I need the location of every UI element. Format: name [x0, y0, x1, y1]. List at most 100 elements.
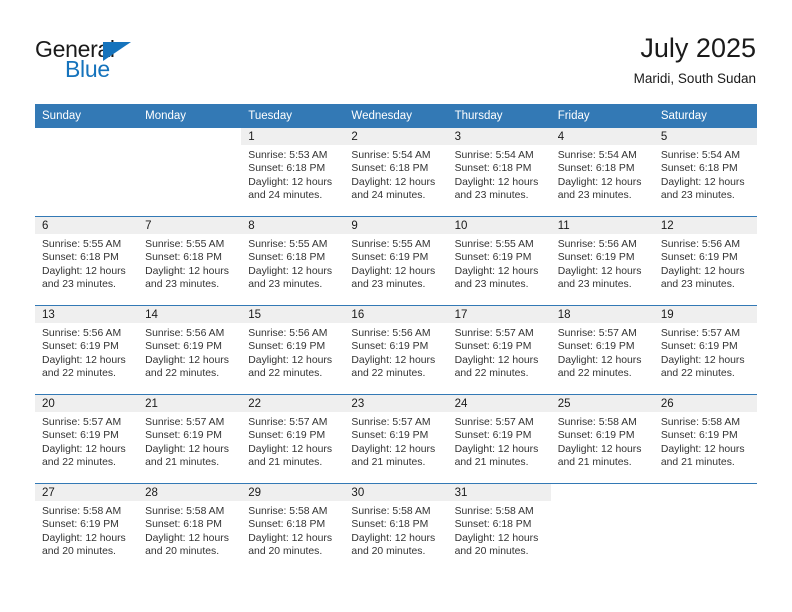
daylight-text-line1: Daylight: 12 hours	[351, 532, 436, 544]
calendar-day-cell[interactable]: 20 Sunrise: 5:57 AM Sunset: 6:19 PM Dayligh…	[35, 394, 139, 484]
day-number: 24	[447, 395, 551, 412]
day-number: 20	[35, 395, 139, 412]
daylight-text-line2: and 23 minutes.	[557, 190, 632, 202]
calendar-day-cell[interactable]: 7 Sunrise: 5:55 AM Sunset: 6:18 PM Daylight…	[138, 216, 242, 306]
calendar-day-cell[interactable]: 13 Sunrise: 5:56 AM Sunset: 6:19 PM Dayligh…	[35, 305, 139, 395]
day-number: 15	[241, 306, 345, 323]
logo-text-blue: Blue	[65, 56, 110, 82]
day-number: 4	[550, 128, 654, 145]
sunset-text: Sunset: 6:18 PM	[248, 252, 326, 264]
sunrise-text: Sunrise: 5:54 AM	[351, 150, 431, 161]
calendar-day-cell[interactable]: 30 Sunrise: 5:58 AM Sunset: 6:18 PM Dayligh…	[344, 483, 448, 572]
daylight-text-line1: Daylight: 12 hours	[42, 443, 126, 455]
calendar-day-cell[interactable]: 16 Sunrise: 5:56 AM Sunset: 6:19 PM Dayligh…	[344, 305, 448, 395]
day-detail-block: Sunrise: 5:58 AM Sunset: 6:18 PM Daylight:…	[344, 501, 447, 572]
sunrise-text: Sunrise: 5:56 AM	[660, 239, 740, 250]
day-number: 23	[344, 395, 448, 412]
day-number: 6	[35, 217, 139, 234]
sunrise-text: Sunrise: 5:57 AM	[660, 328, 740, 339]
calendar-day-cell[interactable]: 28 Sunrise: 5:58 AM Sunset: 6:18 PM Dayligh…	[138, 483, 242, 572]
daylight-text-line1: Daylight: 12 hours	[557, 176, 642, 188]
page-subtitle: Maridi, South Sudan	[633, 71, 756, 86]
daylight-text-line1: Daylight: 12 hours	[660, 176, 745, 188]
daylight-text-line2: and 20 minutes.	[42, 546, 116, 558]
calendar-day-cell[interactable]: 11 Sunrise: 5:56 AM Sunset: 6:19 PM Dayligh…	[550, 216, 654, 306]
calendar-day-cell[interactable]: 2 Sunrise: 5:54 AM Sunset: 6:18 PM Daylight…	[344, 128, 448, 217]
sunrise-text: Sunrise: 5:55 AM	[145, 239, 225, 250]
calendar-day-cell[interactable]: 14 Sunrise: 5:56 AM Sunset: 6:19 PM Dayligh…	[138, 305, 242, 395]
calendar-week-row: 27 Sunrise: 5:58 AM Sunset: 6:19 PM Dayligh…	[35, 483, 757, 572]
sunset-text: Sunset: 6:19 PM	[42, 430, 119, 442]
daylight-text-line2: and 21 minutes.	[351, 457, 426, 469]
day-number: 7	[138, 217, 242, 234]
daylight-text-line1: Daylight: 12 hours	[454, 354, 539, 366]
day-number	[550, 484, 654, 501]
calendar-day-cell[interactable]: 6 Sunrise: 5:55 AM Sunset: 6:18 PM Daylight…	[35, 216, 139, 306]
daylight-text-line2: and 22 minutes.	[42, 457, 116, 469]
day-detail-block: Sunrise: 5:58 AM Sunset: 6:19 PM Daylight:…	[654, 412, 757, 483]
daylight-text-line1: Daylight: 12 hours	[454, 176, 539, 188]
sunrise-text: Sunrise: 5:57 AM	[42, 417, 122, 428]
weekday-header-friday: Friday	[550, 104, 654, 128]
day-number: 31	[447, 484, 551, 501]
day-detail-block: Sunrise: 5:56 AM Sunset: 6:19 PM Daylight:…	[551, 234, 654, 305]
daylight-text-line2: and 22 minutes.	[557, 368, 632, 380]
calendar-day-cell[interactable]: 19 Sunrise: 5:57 AM Sunset: 6:19 PM Dayligh…	[653, 305, 757, 395]
calendar-day-cell[interactable]: 3 Sunrise: 5:54 AM Sunset: 6:18 PM Daylight…	[447, 128, 551, 217]
calendar-day-cell[interactable]: 12 Sunrise: 5:56 AM Sunset: 6:19 PM Dayligh…	[653, 216, 757, 306]
daylight-text-line2: and 21 minutes.	[557, 457, 632, 469]
calendar-day-cell[interactable]: 17 Sunrise: 5:57 AM Sunset: 6:19 PM Dayligh…	[447, 305, 551, 395]
day-detail-block	[654, 501, 757, 572]
daylight-text-line2: and 22 minutes.	[454, 368, 529, 380]
sunset-text: Sunset: 6:19 PM	[454, 341, 532, 353]
calendar-day-cell[interactable]: 1 Sunrise: 5:53 AM Sunset: 6:18 PM Daylight…	[241, 128, 345, 217]
day-number: 14	[138, 306, 242, 323]
sunrise-text: Sunrise: 5:58 AM	[557, 417, 637, 428]
day-number: 27	[35, 484, 139, 501]
calendar-day-cell[interactable]: 27 Sunrise: 5:58 AM Sunset: 6:19 PM Dayligh…	[35, 483, 139, 572]
calendar-day-cell[interactable]: 29 Sunrise: 5:58 AM Sunset: 6:18 PM Dayligh…	[241, 483, 345, 572]
calendar-day-cell[interactable]: 18 Sunrise: 5:57 AM Sunset: 6:19 PM Dayligh…	[550, 305, 654, 395]
daylight-text-line2: and 23 minutes.	[454, 279, 529, 291]
daylight-text-line2: and 23 minutes.	[248, 279, 323, 291]
calendar-day-cell[interactable]: 24 Sunrise: 5:57 AM Sunset: 6:19 PM Dayligh…	[447, 394, 551, 484]
sunset-text: Sunset: 6:19 PM	[660, 430, 738, 442]
daylight-text-line2: and 24 minutes.	[351, 190, 426, 202]
calendar-body: 1 Sunrise: 5:53 AM Sunset: 6:18 PM Daylight…	[35, 128, 757, 572]
day-detail-block: Sunrise: 5:58 AM Sunset: 6:18 PM Daylight:…	[138, 501, 241, 572]
day-detail-block: Sunrise: 5:54 AM Sunset: 6:18 PM Daylight:…	[344, 145, 447, 216]
daylight-text-line1: Daylight: 12 hours	[248, 265, 333, 277]
day-detail-block: Sunrise: 5:55 AM Sunset: 6:18 PM Daylight:…	[138, 234, 241, 305]
calendar-week-row: 6 Sunrise: 5:55 AM Sunset: 6:18 PM Daylight…	[35, 216, 757, 306]
calendar-day-cell[interactable]: 9 Sunrise: 5:55 AM Sunset: 6:19 PM Daylight…	[344, 216, 448, 306]
day-detail-block	[35, 145, 138, 216]
calendar-day-cell[interactable]: 10 Sunrise: 5:55 AM Sunset: 6:19 PM Dayligh…	[447, 216, 551, 306]
daylight-text-line2: and 21 minutes.	[660, 457, 735, 469]
day-detail-block: Sunrise: 5:58 AM Sunset: 6:18 PM Daylight:…	[241, 501, 344, 572]
day-number: 25	[550, 395, 654, 412]
day-detail-block: Sunrise: 5:57 AM Sunset: 6:19 PM Daylight:…	[35, 412, 138, 483]
daylight-text-line2: and 23 minutes.	[42, 279, 116, 291]
calendar-day-cell[interactable]: 26 Sunrise: 5:58 AM Sunset: 6:19 PM Dayligh…	[653, 394, 757, 484]
day-number: 9	[344, 217, 448, 234]
calendar-day-cell[interactable]: 21 Sunrise: 5:57 AM Sunset: 6:19 PM Dayligh…	[138, 394, 242, 484]
sunset-text: Sunset: 6:19 PM	[42, 341, 119, 353]
calendar-day-cell[interactable]: 15 Sunrise: 5:56 AM Sunset: 6:19 PM Dayligh…	[241, 305, 345, 395]
day-number: 2	[344, 128, 448, 145]
day-detail-block: Sunrise: 5:53 AM Sunset: 6:18 PM Daylight:…	[241, 145, 344, 216]
calendar-day-cell[interactable]: 25 Sunrise: 5:58 AM Sunset: 6:19 PM Dayligh…	[550, 394, 654, 484]
calendar-day-cell[interactable]: 5 Sunrise: 5:54 AM Sunset: 6:18 PM Daylight…	[653, 128, 757, 217]
calendar-day-cell[interactable]: 8 Sunrise: 5:55 AM Sunset: 6:18 PM Daylight…	[241, 216, 345, 306]
sunrise-text: Sunrise: 5:54 AM	[660, 150, 740, 161]
calendar-day-cell[interactable]: 31 Sunrise: 5:58 AM Sunset: 6:18 PM Dayligh…	[447, 483, 551, 572]
calendar-day-cell-empty	[653, 483, 757, 572]
calendar-day-cell[interactable]: 23 Sunrise: 5:57 AM Sunset: 6:19 PM Dayligh…	[344, 394, 448, 484]
daylight-text-line2: and 24 minutes.	[248, 190, 323, 202]
calendar-day-cell[interactable]: 4 Sunrise: 5:54 AM Sunset: 6:18 PM Daylight…	[550, 128, 654, 217]
calendar-day-cell[interactable]: 22 Sunrise: 5:57 AM Sunset: 6:19 PM Dayligh…	[241, 394, 345, 484]
day-detail-block: Sunrise: 5:56 AM Sunset: 6:19 PM Daylight:…	[654, 234, 757, 305]
daylight-text-line2: and 23 minutes.	[351, 279, 426, 291]
sunset-text: Sunset: 6:19 PM	[660, 341, 738, 353]
day-number: 11	[550, 217, 654, 234]
day-detail-block: Sunrise: 5:56 AM Sunset: 6:19 PM Daylight:…	[344, 323, 447, 394]
